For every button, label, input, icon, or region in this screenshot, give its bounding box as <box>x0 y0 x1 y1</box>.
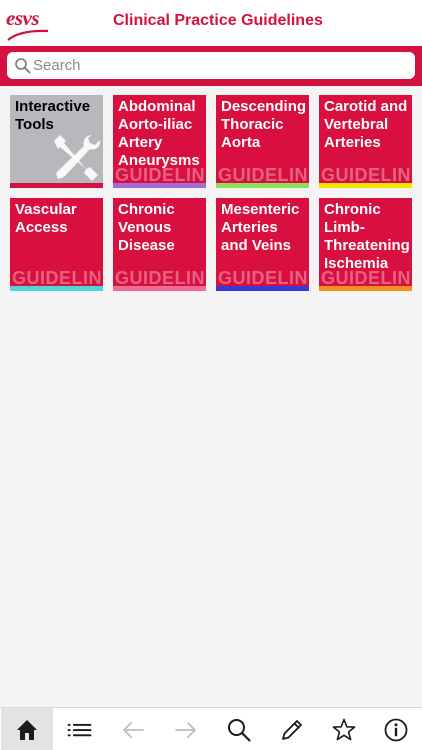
back-arrow-icon <box>123 721 144 738</box>
tile-carotid-vertebral[interactable]: Carotid and Vertebral Arteries GUIDELINE <box>319 95 412 188</box>
tile-stripe <box>216 183 309 188</box>
search-button[interactable] <box>213 708 265 750</box>
forward-button[interactable] <box>160 708 212 750</box>
favorites-button[interactable] <box>318 708 370 750</box>
header: esvs Clinical Practice Guidelines <box>0 0 422 46</box>
guideline-grid: Interactive Tools Abdominal Aorto-iliac … <box>0 86 422 707</box>
pencil-icon <box>282 719 302 740</box>
star-icon <box>332 718 356 740</box>
home-icon <box>17 719 37 740</box>
tile-stripe <box>10 183 103 188</box>
search-icon <box>228 718 251 742</box>
info-icon <box>384 718 408 741</box>
info-button[interactable] <box>370 708 422 750</box>
annotate-button[interactable] <box>266 708 318 750</box>
tile-label: Abdominal Aorto-iliac Artery Aneurysms <box>118 98 200 169</box>
forward-arrow-icon <box>175 721 196 738</box>
search-bar <box>0 46 422 86</box>
search-input[interactable] <box>33 55 403 76</box>
tile-mesenteric-arteries-veins[interactable]: Mesenteric Arteries and Veins GUIDELINE <box>216 198 309 291</box>
search-box[interactable] <box>7 52 415 79</box>
list-button[interactable] <box>54 708 106 750</box>
esvs-logo[interactable]: esvs <box>6 6 50 41</box>
tile-label: Mesenteric Arteries and Veins <box>221 201 300 254</box>
tile-label: Chronic Venous Disease <box>118 201 175 254</box>
tile-stripe <box>113 286 206 291</box>
tile-stripe <box>216 286 309 291</box>
home-button[interactable] <box>1 708 53 750</box>
search-icon <box>15 58 31 74</box>
logo-swoosh-icon <box>7 29 49 41</box>
tile-chronic-limb-threatening-ischemia[interactable]: Chronic Limb-Threatening Ischemia GUIDEL… <box>319 198 412 291</box>
bottom-toolbar <box>0 707 422 750</box>
tile-label: Descending Thoracic Aorta <box>221 98 307 151</box>
tile-stripe <box>10 286 103 291</box>
page-title: Clinical Practice Guidelines <box>113 12 323 29</box>
wrench-screwdriver-icon <box>54 135 101 181</box>
app-window: esvs Clinical Practice Guidelines Intera… <box>0 0 422 750</box>
tile-chronic-venous-disease[interactable]: Chronic Venous Disease GUIDELINE <box>113 198 206 291</box>
tile-interactive-tools[interactable]: Interactive Tools <box>10 95 103 188</box>
tile-stripe <box>319 183 412 188</box>
tile-label: Chronic Limb-Threatening Ischemia <box>324 201 410 272</box>
list-icon <box>67 723 92 736</box>
tile-stripe <box>319 286 412 291</box>
tile-vascular-access[interactable]: Vascular Access GUIDELINE <box>10 198 103 291</box>
tile-abdominal-aorto-iliac[interactable]: Abdominal Aorto-iliac Artery Aneurysms G… <box>113 95 206 188</box>
tile-stripe <box>113 183 206 188</box>
tile-descending-thoracic-aorta[interactable]: Descending Thoracic Aorta GUIDELINE <box>216 95 309 188</box>
tile-label: Carotid and Vertebral Arteries <box>324 98 408 151</box>
tile-label: Vascular Access <box>15 201 77 236</box>
back-button[interactable] <box>107 708 159 750</box>
